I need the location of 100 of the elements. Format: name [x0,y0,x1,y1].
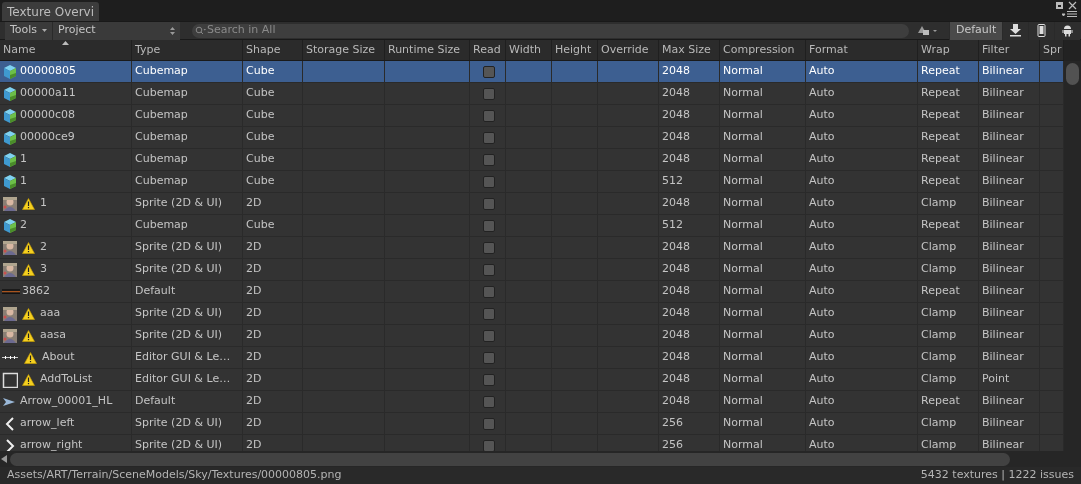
platform-tab[interactable] [1002,21,1029,40]
table-cell: 2048 [662,239,690,256]
read-checkbox[interactable] [483,131,495,144]
read-checkbox[interactable] [483,329,495,342]
table-cell: Point [982,371,1010,388]
table-cell: Normal [723,261,763,278]
column-header[interactable]: Spr [1043,41,1062,58]
table-cell: Auto [809,349,835,366]
column-header[interactable]: Height [555,41,592,58]
read-checkbox[interactable] [483,395,495,408]
menu-icon[interactable] [1062,11,1077,17]
column-header[interactable]: Width [509,41,541,58]
column-header[interactable]: Read [473,41,501,58]
table-cell: Auto [809,415,835,432]
read-checkbox[interactable] [483,153,495,166]
maximize-icon[interactable] [1056,2,1063,9]
table-row[interactable]: 00000c08 Cubemap Cube 2048 Normal Auto Repeat Bilinear [0,105,1064,127]
read-checkbox[interactable] [483,307,495,320]
table-cell: Repeat [921,151,960,168]
read-checkbox[interactable] [483,241,495,254]
table-cell: 2048 [662,283,690,300]
read-checkbox[interactable] [483,197,495,210]
close-icon[interactable] [1068,1,1077,10]
read-checkbox[interactable] [483,219,495,232]
window-tab[interactable]: Texture Overvi [2,2,100,21]
table-cell: Auto [809,371,835,388]
table-cell: 2D [246,415,262,432]
table-row[interactable]: 2 Sprite (2D & UI) 2D 2048 Normal Auto Clamp Bilinear [0,237,1064,259]
read-checkbox[interactable] [483,175,495,188]
table-row[interactable]: 1 Cubemap Cube 512 Normal Auto Repeat Bilinear [0,171,1064,193]
table-cell: Normal [723,173,763,190]
platform-tab[interactable] [1054,21,1081,40]
column-header[interactable]: Wrap [921,41,950,58]
table-row[interactable]: 3 Sprite (2D & UI) 2D 2048 Normal Auto Clamp Bilinear [0,259,1064,281]
table-cell: Bilinear [982,173,1024,190]
scrollbar-thumb[interactable] [10,452,1010,466]
column-header[interactable]: Name [3,41,36,58]
cube-icon [2,151,18,168]
texture-name: Arrow_00001_HL [20,393,113,410]
shapes-filter-icon[interactable] [918,25,940,36]
table-cell: Sprite (2D & UI) [135,195,223,212]
table-row[interactable]: aaa Sprite (2D & UI) 2D 2048 Normal Auto Clamp Bilinear [0,303,1064,325]
platform-tab[interactable] [1028,21,1055,40]
table-row[interactable]: About Editor GUI & Le… 2D 2048 Normal Auto Clamp Bilinear [0,347,1064,369]
table-cell: 2D [246,239,262,256]
cube-icon [2,217,18,234]
column-header[interactable]: Filter [982,41,1010,58]
table-cell: 2048 [662,63,690,80]
table-cell: 256 [662,415,683,432]
scroll-left-icon[interactable] [1,455,8,463]
platform-tab[interactable]: Default [949,21,1003,40]
scrollbar-thumb[interactable] [1066,63,1079,85]
table-cell: Sprite (2D & UI) [135,261,223,278]
read-checkbox[interactable] [483,373,495,386]
android-icon [1062,24,1074,37]
column-header[interactable]: Compression [723,41,795,58]
table-row[interactable]: 2 Cubemap Cube 512 Normal Auto Repeat Bilinear [0,215,1064,237]
column-header[interactable]: Max Size [662,41,711,58]
table-cell: Repeat [921,85,960,102]
column-header[interactable]: Shape [246,41,281,58]
table-cell: 2048 [662,195,690,212]
search-field[interactable]: Search in All [192,23,909,38]
table-row[interactable]: 1 Sprite (2D & UI) 2D 2048 Normal Auto Clamp Bilinear [0,193,1064,215]
table-row[interactable]: 00000a11 Cubemap Cube 2048 Normal Auto Repeat Bilinear [0,83,1064,105]
table-cell: Cubemap [135,107,188,124]
table-row[interactable]: 3862 Default 2D 2048 Normal Auto Repeat Bilinear [0,281,1064,303]
cube-icon [2,85,18,102]
read-checkbox[interactable] [483,351,495,364]
table-row[interactable]: 00000ce9 Cubemap Cube 2048 Normal Auto Repeat Bilinear [0,127,1064,149]
read-checkbox[interactable] [483,65,495,78]
table-cell: Normal [723,437,763,451]
read-checkbox[interactable] [483,109,495,122]
table-cell: 2D [246,371,262,388]
table-row[interactable]: 1 Cubemap Cube 2048 Normal Auto Repeat Bilinear [0,149,1064,171]
table-cell: Auto [809,85,835,102]
table-row[interactable]: AddToList Editor GUI & Le… 2D 2048 Normal Auto Clamp Point [0,369,1064,391]
column-header[interactable]: Override [601,41,649,58]
column-header[interactable]: Format [809,41,848,58]
tools-dropdown[interactable]: Tools [5,21,52,40]
table-cell: Bilinear [982,283,1024,300]
table-cell: Bilinear [982,129,1024,146]
table-cell: Bilinear [982,261,1024,278]
table-row[interactable]: arrow_left Sprite (2D & UI) 2D 256 Normal Auto Clamp Bilinear [0,413,1064,435]
column-header[interactable]: Runtime Size [388,41,461,58]
search-icon [195,25,206,35]
table-row[interactable]: Arrow_00001_HL Default 2D 2048 Normal Auto Repeat Bilinear [0,391,1064,413]
table-row[interactable]: 00000805 Cubemap Cube 2048 Normal Auto Repeat Bilinear [0,61,1064,83]
read-checkbox[interactable] [483,285,495,298]
table-cell: Bilinear [982,63,1024,80]
column-header[interactable]: Storage Size [306,41,376,58]
read-checkbox[interactable] [483,417,495,430]
read-checkbox[interactable] [483,263,495,276]
table-cell: Sprite (2D & UI) [135,437,223,451]
project-dropdown[interactable]: Project [52,21,180,40]
table-row[interactable]: aasa Sprite (2D & UI) 2D 2048 Normal Auto Clamp Bilinear [0,325,1064,347]
read-checkbox[interactable] [483,87,495,100]
read-checkbox[interactable] [483,439,495,451]
column-header[interactable]: Type [135,41,161,58]
table-cell: Bilinear [982,349,1024,366]
texture-name: 2 [40,239,47,256]
